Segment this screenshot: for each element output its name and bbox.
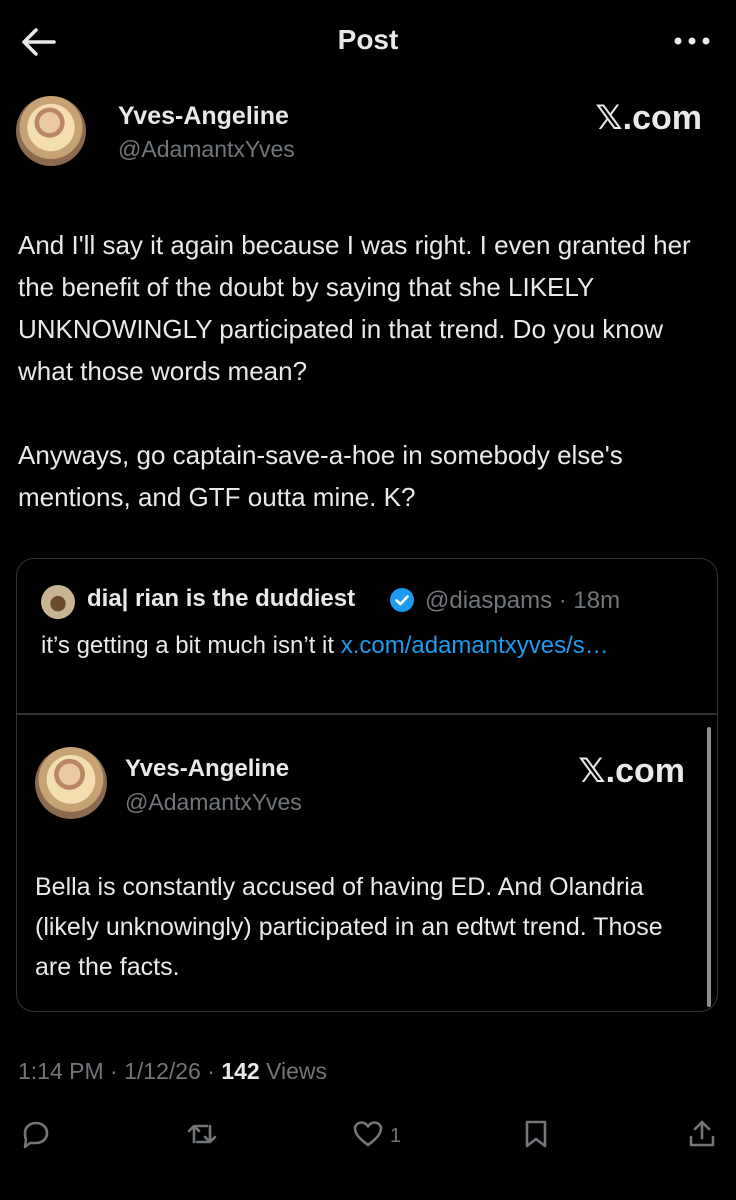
meta-separator: · — [110, 1058, 118, 1084]
like-button[interactable]: 1 — [352, 1114, 401, 1158]
repost-icon — [186, 1118, 218, 1155]
bookmark-button[interactable] — [520, 1114, 552, 1158]
quote-author-name[interactable]: dia| rian is the duddiest — [87, 585, 355, 613]
divider — [17, 713, 717, 715]
avatar[interactable] — [16, 96, 86, 166]
x-brand-label: 𝕏.com — [595, 99, 702, 137]
inner-x-brand-label: 𝕏.com — [578, 752, 685, 790]
author-handle[interactable]: @AdamantxYves — [118, 136, 295, 163]
quote-text: it’s getting a bit much isn’t it x.com/a… — [41, 629, 691, 663]
quote-avatar[interactable] — [41, 585, 75, 619]
post-meta: 1:14 PM · 1/12/26 · 142 Views — [18, 1058, 327, 1085]
quote-text-body: it’s getting a bit much isn’t it — [41, 632, 341, 659]
more-icon[interactable] — [670, 26, 714, 56]
share-icon — [686, 1118, 718, 1155]
bookmark-icon — [520, 1118, 552, 1155]
inner-author-handle[interactable]: @AdamantxYves — [125, 789, 302, 816]
inner-author-name[interactable]: Yves-Angeline — [125, 755, 289, 783]
views-label: Views — [266, 1058, 328, 1084]
quote-handle-time: @diaspams · 18m — [425, 587, 621, 614]
share-button[interactable] — [686, 1114, 718, 1158]
reply-button[interactable] — [20, 1114, 52, 1158]
views-count: 142 — [221, 1058, 260, 1084]
post-date[interactable]: 1/12/26 — [124, 1058, 201, 1084]
inner-avatar[interactable] — [35, 747, 107, 819]
author-name[interactable]: Yves-Angeline — [118, 102, 289, 131]
inner-post-text: Bella is constantly accused of having ED… — [35, 873, 663, 981]
like-count: 1 — [390, 1124, 402, 1147]
top-bar: Post — [0, 0, 736, 82]
action-bar: 1 — [0, 1110, 736, 1170]
page-title: Post — [337, 24, 399, 55]
reply-icon — [20, 1118, 52, 1155]
repost-button[interactable] — [186, 1114, 218, 1158]
post-text: And I'll say it again because I was righ… — [18, 230, 691, 512]
like-icon — [352, 1118, 384, 1155]
verified-icon — [389, 587, 415, 613]
scrollbar[interactable] — [707, 727, 711, 1007]
quote-link[interactable]: x.com/adamantxyves/s… — [341, 632, 609, 659]
meta-separator: · — [207, 1058, 215, 1084]
post-time[interactable]: 1:14 PM — [18, 1058, 104, 1084]
quoted-post[interactable]: dia| rian is the duddiest @diaspams · 18… — [16, 558, 718, 1012]
